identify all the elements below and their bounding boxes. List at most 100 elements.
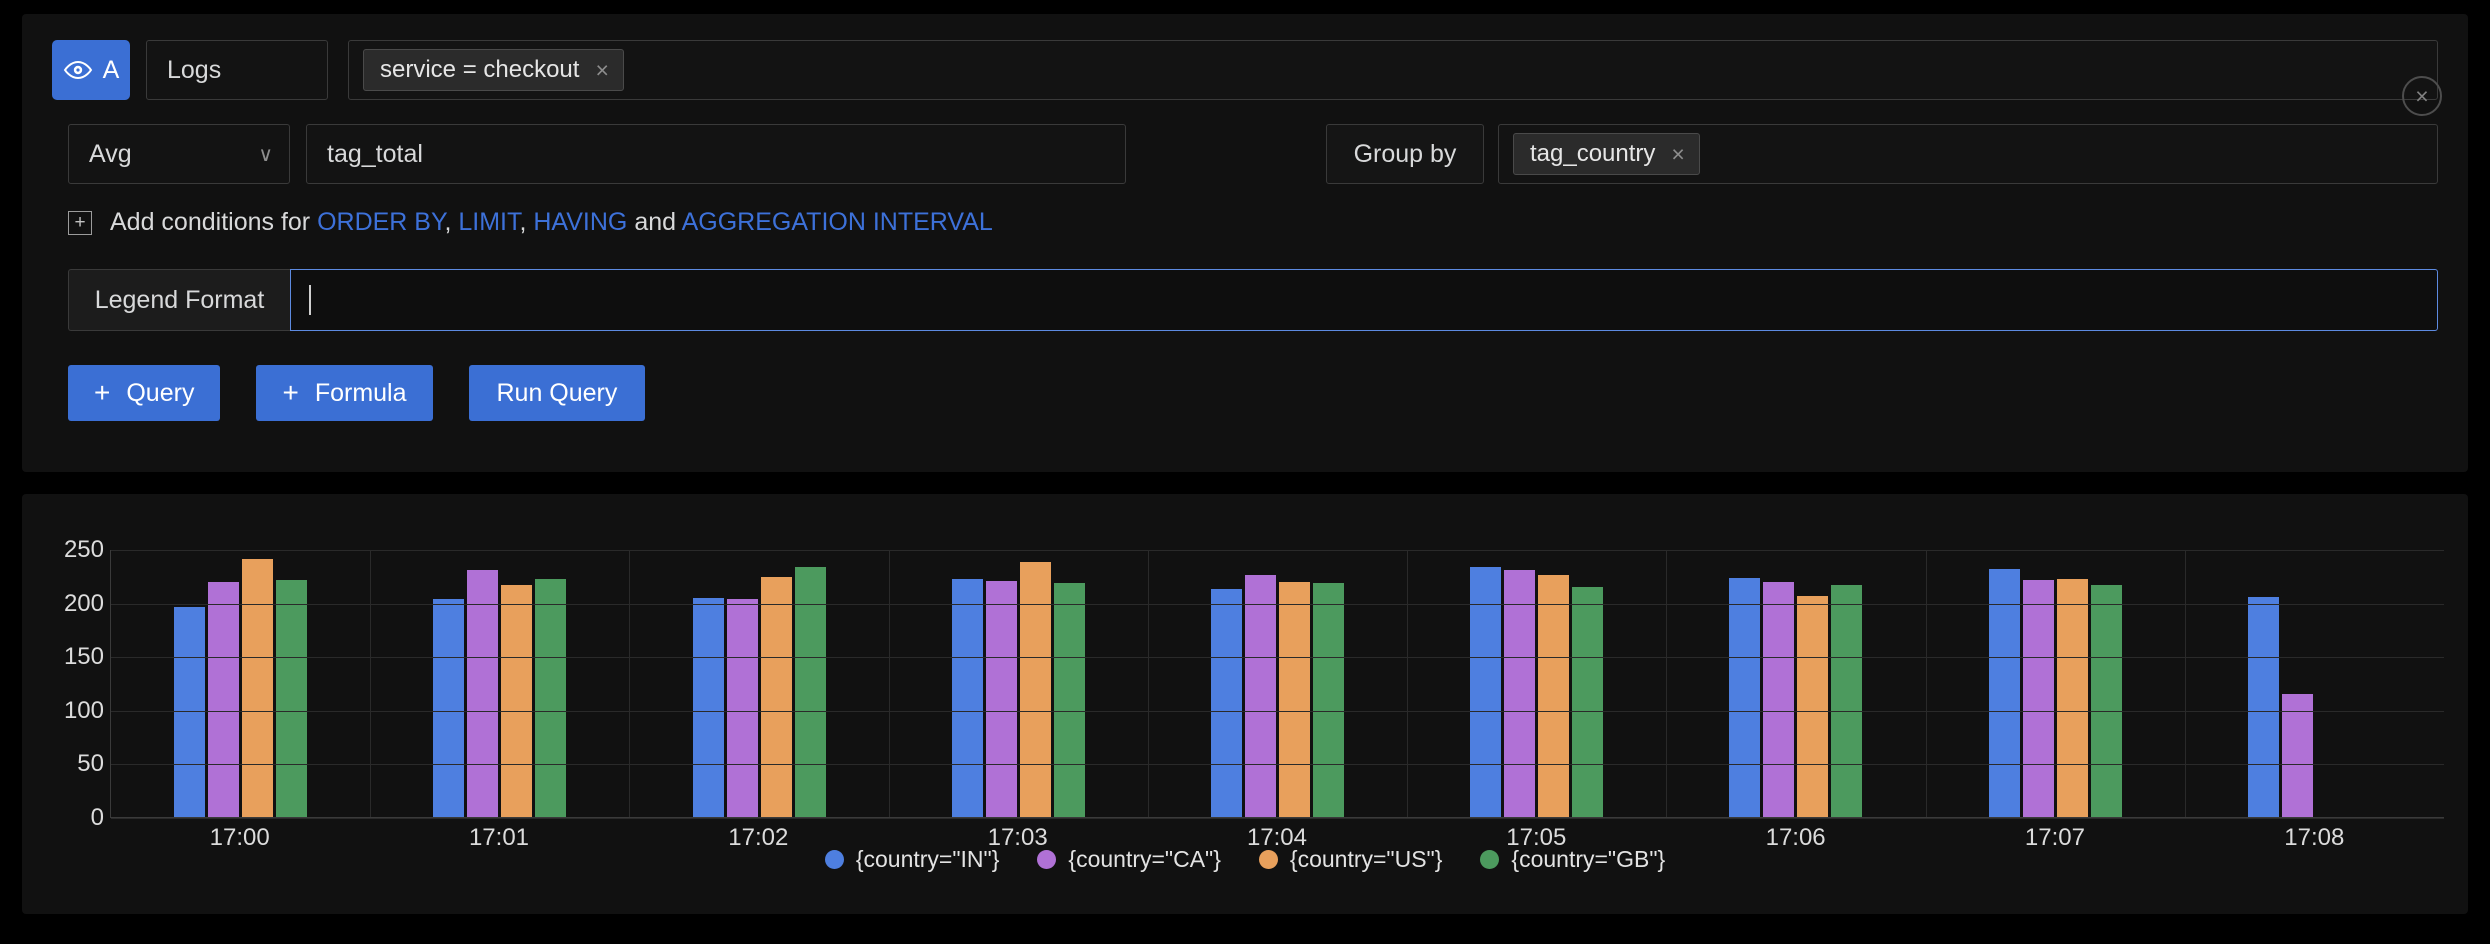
bar[interactable] (2247, 597, 2279, 817)
bar[interactable] (467, 570, 499, 817)
link-order-by[interactable]: ORDER BY (317, 208, 444, 236)
x-axis-tick: 17:05 (1506, 824, 1567, 851)
bar[interactable] (760, 576, 792, 817)
close-icon[interactable]: × (595, 58, 608, 82)
link-limit[interactable]: LIMIT (458, 208, 519, 236)
group-by-chip-label: tag_country (1530, 140, 1656, 167)
bar[interactable] (2281, 693, 2313, 817)
close-icon[interactable]: × (1671, 142, 1684, 166)
bar-group (111, 550, 370, 817)
chevron-down-icon: ∨ (258, 143, 273, 166)
bar[interactable] (2090, 585, 2122, 817)
bar[interactable] (726, 599, 758, 817)
bar-group (1148, 550, 1407, 817)
add-conditions-text: Add conditions for ORDER BY, LIMIT, HAVI… (110, 208, 993, 237)
gridline-vertical (370, 550, 372, 817)
group-by-chip[interactable]: tag_country × (1513, 133, 1700, 175)
plus-icon: + (282, 377, 299, 408)
bar[interactable] (1763, 582, 1795, 817)
y-axis-tick: 0 (90, 804, 104, 831)
bar[interactable] (433, 599, 465, 817)
bar-group (1407, 550, 1666, 817)
bar[interactable] (1019, 561, 1051, 817)
bar[interactable] (1988, 569, 2020, 817)
query-editor-panel: × A Logs service = checkout × Avg ∨ tag_… (22, 14, 2468, 472)
bar[interactable] (1538, 574, 1570, 817)
query-ref-id: A (102, 55, 120, 84)
run-query-button[interactable]: Run Query (468, 365, 646, 421)
add-query-label: Query (126, 378, 195, 407)
y-axis-tick: 50 (77, 750, 104, 778)
app-root: × A Logs service = checkout × Avg ∨ tag_… (0, 0, 2490, 944)
bar[interactable] (951, 579, 983, 817)
metric-value: tag_total (327, 139, 423, 168)
group-by-label-text: Group by (1353, 139, 1457, 168)
bar[interactable] (535, 579, 567, 817)
bar[interactable] (1210, 588, 1242, 817)
plus-icon: + (94, 377, 111, 408)
bar[interactable] (1470, 567, 1502, 817)
bar[interactable] (692, 598, 724, 817)
x-axis-tick: 17:02 (728, 824, 789, 851)
conditions-sep-2: , (519, 208, 534, 236)
toggle-query-visibility-button[interactable]: A (52, 40, 130, 100)
add-formula-label: Formula (314, 378, 407, 407)
bar[interactable] (1729, 577, 1761, 817)
bar[interactable] (242, 558, 274, 817)
gridline (111, 657, 2444, 659)
plus-square-icon[interactable]: + (68, 210, 92, 235)
x-axis-tick: 17:01 (468, 824, 530, 851)
remove-query-button[interactable]: × (2402, 76, 2442, 116)
query-header-row: A Logs service = checkout × (52, 40, 2438, 100)
bar-group (629, 550, 888, 817)
datasource-select[interactable]: Logs (146, 40, 328, 100)
bar[interactable] (1572, 586, 1604, 817)
plot-canvas (110, 550, 2444, 819)
plus-glyph: + (74, 212, 86, 233)
group-by-label: Group by (1326, 124, 1484, 184)
filter-chip[interactable]: service = checkout × (363, 49, 624, 91)
filter-chip-label: service = checkout (380, 56, 580, 83)
filters-input[interactable]: service = checkout × (348, 40, 2438, 100)
add-formula-button[interactable]: + Formula (256, 365, 433, 421)
link-having[interactable]: HAVING (533, 208, 627, 236)
gridline (111, 818, 2444, 819)
bar[interactable] (794, 567, 826, 817)
legend-format-input[interactable] (290, 269, 2438, 331)
add-conditions-prefix: Add conditions for (110, 208, 318, 236)
x-axis-tick: 17:06 (1765, 824, 1826, 851)
x-axis-tick: 17:00 (209, 824, 270, 851)
eye-icon (63, 60, 93, 80)
group-by-input[interactable]: tag_country × (1498, 124, 2438, 184)
x-axis-tick: 17:04 (1246, 824, 1307, 851)
bar[interactable] (208, 582, 240, 817)
bar[interactable] (174, 606, 206, 817)
bar[interactable] (276, 580, 308, 817)
aggregation-select[interactable]: Avg ∨ (68, 124, 290, 184)
datasource-label: Logs (167, 55, 222, 84)
query-actions-row: + Query + Formula Run Query (68, 365, 2438, 421)
gridline (111, 764, 2444, 766)
bar[interactable] (1053, 583, 1085, 817)
gridline-vertical (888, 550, 890, 817)
bar[interactable] (2022, 580, 2054, 817)
bar[interactable] (985, 581, 1017, 817)
bar[interactable] (1312, 583, 1344, 817)
aggregation-row: Avg ∨ tag_total Group by tag_country × (52, 124, 2438, 184)
bar[interactable] (1831, 585, 1863, 817)
link-aggregation-interval[interactable]: AGGREGATION INTERVAL (682, 208, 993, 236)
bar[interactable] (2056, 579, 2088, 817)
gridline-vertical (1407, 550, 1409, 817)
run-query-label: Run Query (496, 378, 618, 407)
add-query-button[interactable]: + Query (68, 365, 221, 421)
metric-input[interactable]: tag_total (306, 124, 1126, 184)
gridline-vertical (2184, 550, 2186, 817)
bar-group (1926, 550, 2185, 817)
bar[interactable] (501, 585, 533, 817)
legend-format-label: Legend Format (68, 269, 290, 331)
bar[interactable] (1278, 582, 1310, 817)
bar[interactable] (1797, 596, 1829, 817)
bar[interactable] (1504, 570, 1536, 817)
gridline-vertical (629, 550, 631, 817)
bar[interactable] (1244, 574, 1276, 817)
